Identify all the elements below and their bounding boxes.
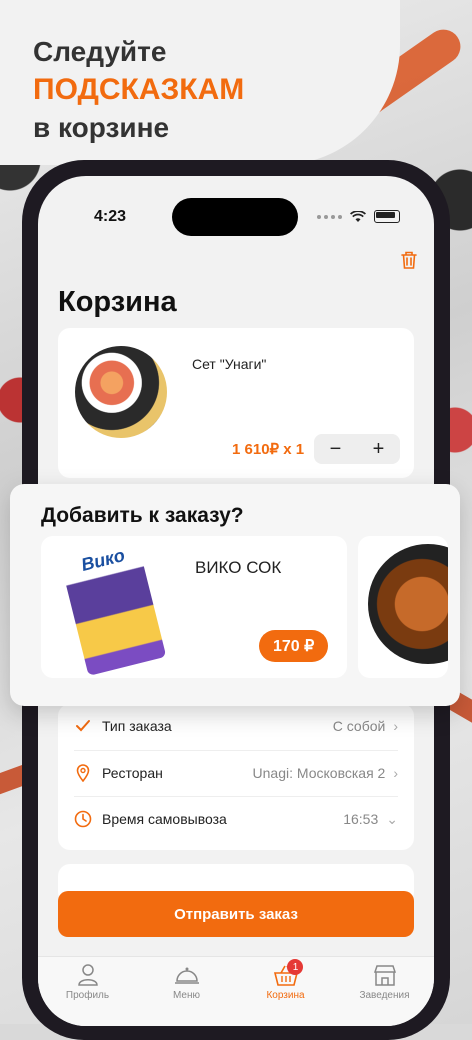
item-price: 1 610₽ x 1 [232,441,305,458]
location-pin-icon [74,764,92,782]
pickup-time-value: 16:53 [343,811,379,827]
chevron-right-icon: › [393,765,398,781]
pickup-time-label: Время самовывоза [102,811,227,827]
check-icon [74,717,92,735]
order-type-label: Тип заказа [102,718,172,734]
item-image [75,346,167,438]
restaurant-label: Ресторан [102,765,163,781]
upsell-item-name: ВИКО СОК [195,558,282,577]
signal-icon [317,214,342,219]
upsell-item-card[interactable]: Вико ВИКО СОК 170 ₽ [41,536,347,678]
promo-line-2: ПОДСКАЗКАМ [33,73,245,106]
upsell-title: Добавить к заказу? [41,504,244,527]
tab-profile-label: Профиль [65,990,110,1001]
page-title: Корзина [58,286,177,318]
restaurant-value: Unagi: Московская 2 [252,765,386,781]
decrease-button[interactable]: − [314,434,357,464]
tab-cart-label: Корзина [266,990,305,1001]
status-icons [317,210,400,223]
tab-profile[interactable]: Профиль [38,957,137,1026]
promo-line-3: в корзине [33,112,170,143]
cart-badge: 1 [287,959,304,975]
item-name: Сет "Унаги" [192,356,267,372]
promo-line-1: Следуйте [33,36,167,67]
increase-button[interactable]: + [357,434,400,464]
promo-banner: Следуйте ПОДСКАЗКАМ в корзине [0,0,400,165]
pickup-time-row[interactable]: Время самовывоза 16:53 ⌄ [74,796,398,841]
chevron-down-icon: ⌄ [386,810,398,827]
order-type-value: С собой [332,718,386,734]
cart-item-card: Сет "Унаги" 1 610₽ x 1 − + [58,328,414,478]
upsell-item-card[interactable] [358,536,448,678]
submit-order-button[interactable]: Отправить заказ [58,891,414,937]
wifi-icon [350,210,366,222]
tab-bar: Профиль Меню 1 Корзина Заведения [38,956,434,1026]
tab-cart[interactable]: 1 Корзина [236,957,335,1026]
order-details-card: Тип заказа С собой › Ресторан Unagi: Мос… [58,704,414,850]
person-icon [77,964,98,986]
tab-menu-label: Меню [172,990,201,1001]
upsell-item-image [368,544,448,664]
tab-menu[interactable]: Меню [137,957,236,1026]
battery-icon [374,210,400,223]
tab-venues[interactable]: Заведения [335,957,434,1026]
quantity-stepper: − + [314,434,400,464]
tab-venues-label: Заведения [359,990,410,1001]
cloche-icon [174,967,199,984]
storefront-icon [373,965,396,986]
clock-icon [74,810,92,828]
upsell-popup: Добавить к заказу? Вико ВИКО СОК 170 ₽ [10,484,460,706]
dynamic-island [172,198,298,236]
trash-icon[interactable] [400,250,418,270]
add-upsell-price-button[interactable]: 170 ₽ [259,630,329,662]
order-type-row[interactable]: Тип заказа С собой › [74,704,398,748]
status-time: 4:23 [94,208,127,225]
restaurant-row[interactable]: Ресторан Unagi: Московская 2 › [74,750,398,795]
chevron-right-icon: › [393,718,398,734]
